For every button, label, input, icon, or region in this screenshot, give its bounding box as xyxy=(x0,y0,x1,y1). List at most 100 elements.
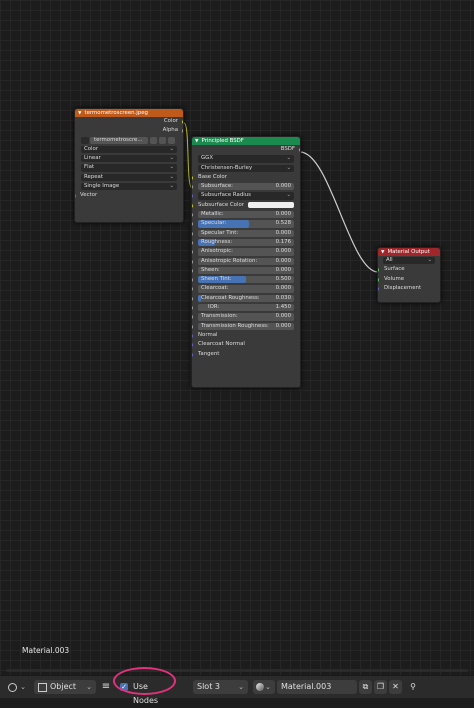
input-socket[interactable] xyxy=(192,352,193,357)
slider-field[interactable]: Specular Tint: 0.000 xyxy=(198,229,294,237)
slider-field[interactable]: Sheen: 0.000 xyxy=(198,266,294,275)
input-slider-row[interactable]: Transmission Roughness: 0.000 xyxy=(192,322,300,331)
source-dropdown[interactable]: Single Image ⌄ xyxy=(81,183,177,191)
collapse-triangle-icon[interactable]: ▼ xyxy=(78,110,81,117)
input-slider-row[interactable]: IOR: 1.450 xyxy=(192,303,300,312)
input-socket[interactable] xyxy=(192,296,193,301)
input-slider-row[interactable]: Transmission: 0.000 xyxy=(192,312,300,321)
input-surface[interactable]: Surface xyxy=(378,265,440,274)
image-texture-node-header[interactable]: ▼ termometroscreen.jpeg xyxy=(75,109,183,117)
input-displacement-socket[interactable] xyxy=(378,286,379,291)
input-slider-row[interactable]: Clearcoat: 0.000 xyxy=(192,284,300,293)
input-subsurface-color-socket[interactable] xyxy=(192,203,193,208)
input-socket[interactable] xyxy=(192,259,193,264)
input-slider-row[interactable]: Sheen Tint: 0.500 xyxy=(192,275,300,284)
principled-bsdf-node[interactable]: ▼ Principled BSDF BSDF GGX ⌄ Christensen-B… xyxy=(191,136,301,388)
input-slider-row[interactable]: Roughness: 0.176 xyxy=(192,238,300,247)
input-slider-row[interactable]: Metallic: 0.000 xyxy=(192,210,300,219)
slider-field[interactable]: Roughness: 0.176 xyxy=(198,238,294,247)
new-image-icon[interactable] xyxy=(159,136,166,144)
input-socket[interactable] xyxy=(192,240,193,245)
input-subsurface-radius-socket[interactable] xyxy=(192,194,193,199)
interpolation-dropdown[interactable]: Linear ⌄ xyxy=(81,155,177,163)
new-material-button[interactable]: ❐ xyxy=(374,680,387,694)
input-socket[interactable] xyxy=(192,343,193,348)
input-volume-socket[interactable] xyxy=(378,277,379,282)
slider-field[interactable]: Metallic: 0.000 xyxy=(198,211,294,219)
slot-dropdown[interactable]: Slot 3 ⌄ xyxy=(193,680,248,694)
extension-dropdown[interactable]: Repeat ⌄ xyxy=(81,173,177,182)
material-name-field[interactable]: Material.003 xyxy=(277,680,357,694)
open-image-icon[interactable] xyxy=(168,136,175,144)
input-vector-socket[interactable] xyxy=(75,194,76,199)
input-subsurface-socket[interactable] xyxy=(192,185,193,190)
input-subsurface-radius[interactable]: Subsurface Radius ⌄ xyxy=(192,191,300,200)
input-socket[interactable] xyxy=(192,222,193,227)
horizontal-scrollbar[interactable] xyxy=(6,669,468,672)
material-output-node[interactable]: ▼ Material Output All ⌄ Surface Volume Dis… xyxy=(377,247,441,303)
pin-icon[interactable]: ⚲ xyxy=(406,680,420,694)
unlink-material-button[interactable]: ✕ xyxy=(389,680,402,694)
image-name-field[interactable]: termometroscre... xyxy=(90,136,148,144)
input-vector-row[interactable]: Tangent xyxy=(192,350,300,359)
collapse-triangle-icon[interactable]: ▼ xyxy=(195,138,198,145)
slider-field[interactable]: Anisotropic: 0.000 xyxy=(198,248,294,256)
input-socket[interactable] xyxy=(192,324,193,329)
menu-icon[interactable]: ≡ xyxy=(99,680,113,694)
node-editor-canvas[interactable]: ▼ termometroscreen.jpeg Color Alpha termo… xyxy=(0,0,474,675)
input-slider-row[interactable]: Specular Tint: 0.000 xyxy=(192,229,300,238)
input-surface-socket[interactable] xyxy=(378,268,379,273)
input-socket[interactable] xyxy=(192,333,193,338)
slider-field[interactable]: Clearcoat: 0.000 xyxy=(198,285,294,293)
image-browse-icon[interactable] xyxy=(81,136,89,144)
output-alpha[interactable]: Alpha xyxy=(75,126,183,135)
input-slider-row[interactable]: Sheen: 0.000 xyxy=(192,266,300,275)
subsurface-method-dropdown[interactable]: Christensen-Burley ⌄ xyxy=(198,164,294,172)
input-slider-row[interactable]: Anisotropic: 0.000 xyxy=(192,247,300,256)
input-vector[interactable]: Vector xyxy=(75,191,183,200)
slider-field[interactable]: Transmission Roughness: 0.000 xyxy=(198,322,294,330)
input-subsurface[interactable]: Subsurface: 0.000 xyxy=(192,182,300,191)
input-vector-row[interactable]: Clearcoat Normal xyxy=(192,340,300,349)
color-space-dropdown[interactable]: Color ⌄ xyxy=(81,145,177,154)
slider-field[interactable]: Specular: 0.528 xyxy=(198,220,294,228)
slider-field[interactable]: Anisotropic Rotation: 0.000 xyxy=(198,257,294,265)
principled-bsdf-node-header[interactable]: ▼ Principled BSDF xyxy=(192,137,300,145)
input-socket[interactable] xyxy=(192,278,193,283)
input-socket[interactable] xyxy=(192,268,193,273)
output-bsdf[interactable]: BSDF xyxy=(192,145,300,154)
input-base-color[interactable]: Base Color xyxy=(192,173,300,182)
output-color[interactable]: Color xyxy=(75,117,183,126)
input-displacement[interactable]: Displacement xyxy=(378,284,440,293)
input-socket[interactable] xyxy=(192,213,193,218)
input-socket[interactable] xyxy=(192,231,193,236)
input-slider-row[interactable]: Clearcoat Roughness: 0.030 xyxy=(192,294,300,303)
material-output-node-header[interactable]: ▼ Material Output xyxy=(378,248,440,256)
editor-type-button[interactable]: ⌄ xyxy=(4,680,30,694)
input-socket[interactable] xyxy=(192,315,193,320)
slider-field[interactable]: IOR: 1.450 xyxy=(198,304,294,312)
input-socket[interactable] xyxy=(192,250,193,255)
input-slider-row[interactable]: Specular: 0.528 xyxy=(192,219,300,228)
input-slider-row[interactable]: Anisotropic Rotation: 0.000 xyxy=(192,257,300,266)
slider-field[interactable]: Clearcoat Roughness: 0.030 xyxy=(198,294,294,303)
output-alpha-socket[interactable] xyxy=(182,129,183,134)
projection-dropdown[interactable]: Flat ⌄ xyxy=(81,164,177,172)
object-mode-dropdown[interactable]: Object ⌄ xyxy=(34,680,96,694)
fake-user-button[interactable]: ⧉ xyxy=(359,680,372,694)
fake-user-icon[interactable] xyxy=(150,136,157,144)
distribution-dropdown[interactable]: GGX ⌄ xyxy=(198,155,294,163)
slider-field[interactable]: Sheen Tint: 0.500 xyxy=(198,276,294,284)
image-texture-node[interactable]: ▼ termometroscreen.jpeg Color Alpha termo… xyxy=(74,108,184,223)
target-dropdown[interactable]: All ⌄ xyxy=(383,257,435,265)
input-base-color-socket[interactable] xyxy=(192,175,193,180)
output-color-socket[interactable] xyxy=(182,120,183,124)
input-socket[interactable] xyxy=(192,287,193,292)
input-volume[interactable]: Volume xyxy=(378,275,440,284)
slider-field[interactable]: Transmission: 0.000 xyxy=(198,313,294,321)
subsurface-color-swatch[interactable] xyxy=(248,202,294,209)
material-browse-button[interactable]: ⌄ xyxy=(253,680,275,694)
input-socket[interactable] xyxy=(192,306,193,311)
input-subsurface-color[interactable]: Subsurface Color xyxy=(192,201,300,210)
subsurface-radius-dropdown[interactable]: Subsurface Radius ⌄ xyxy=(198,192,294,200)
